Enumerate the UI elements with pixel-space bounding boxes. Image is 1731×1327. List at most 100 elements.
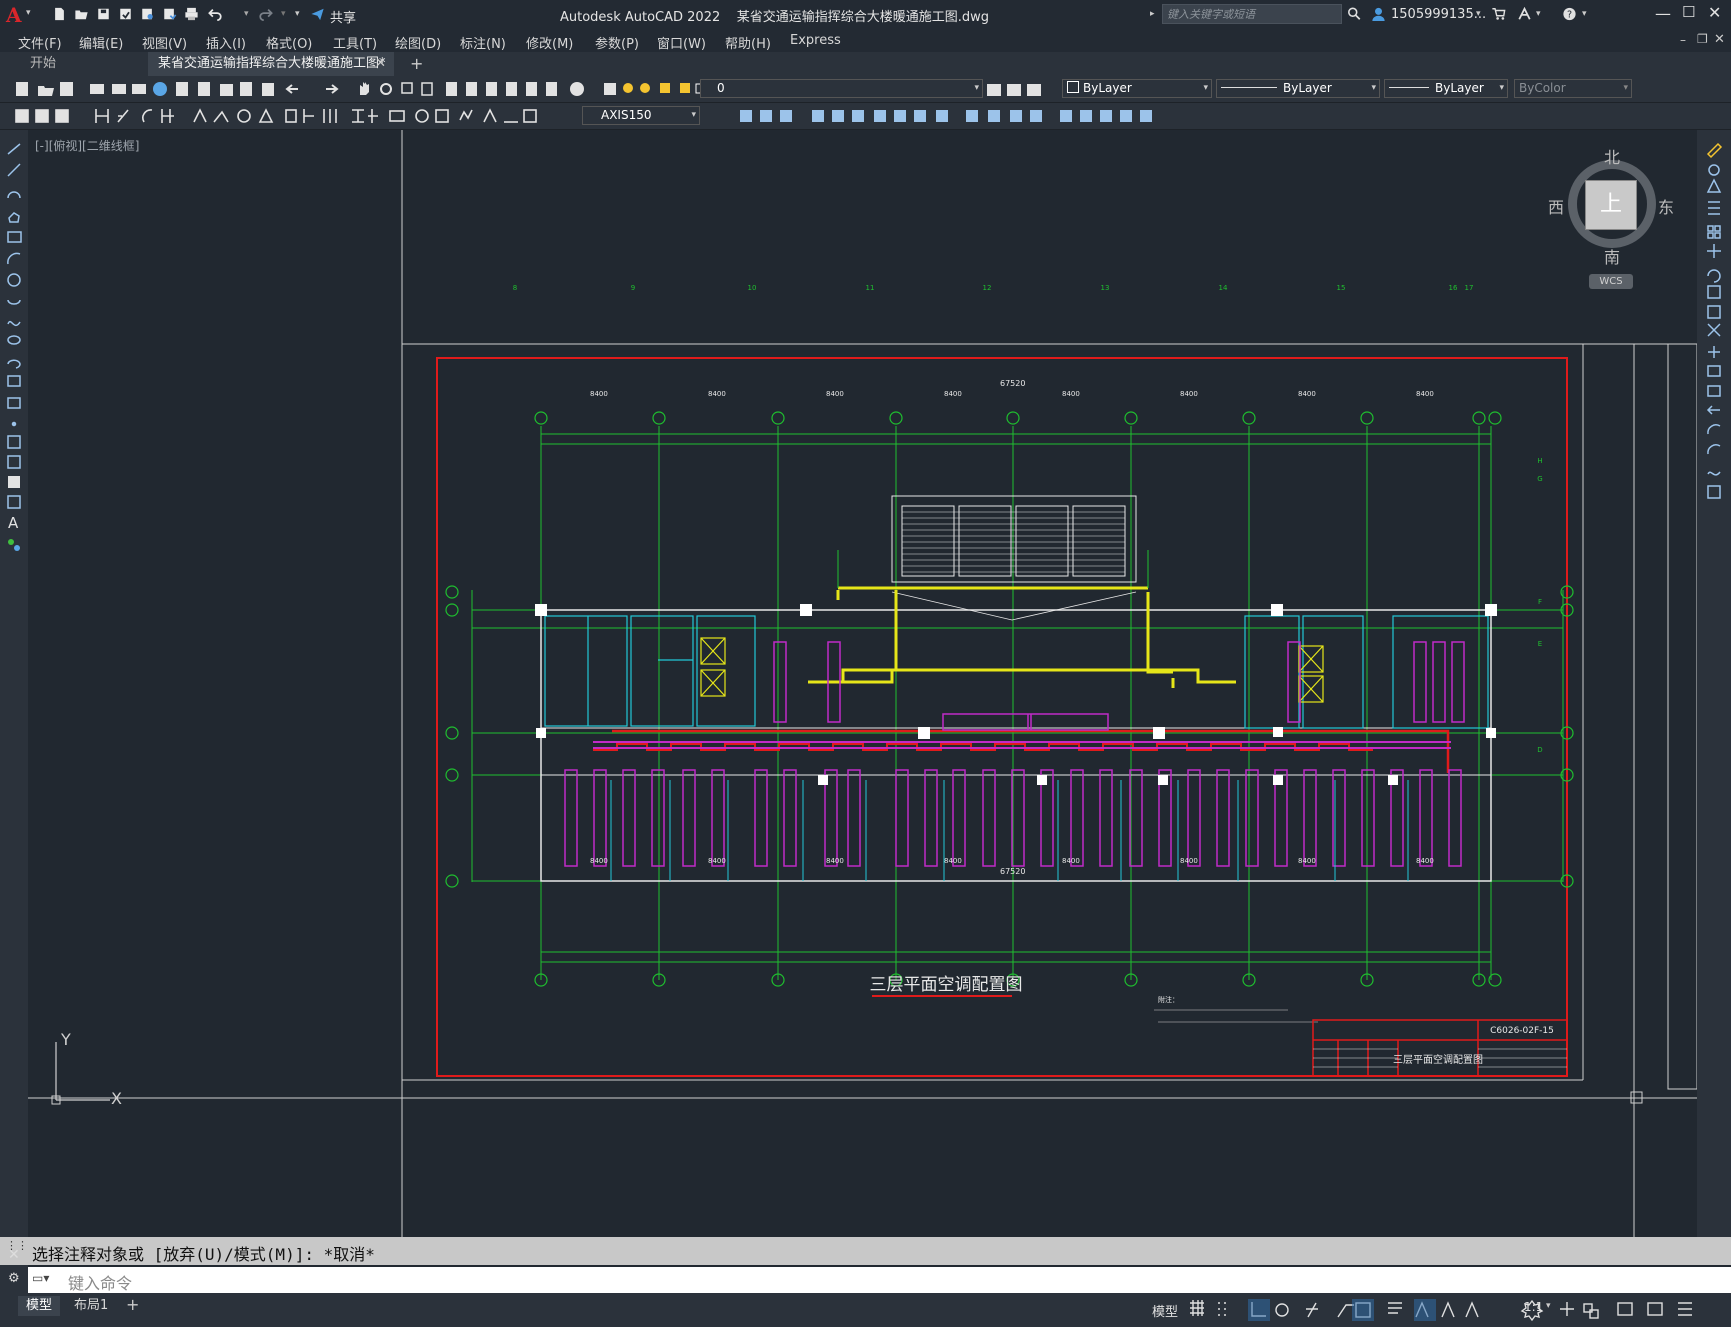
menu-insert[interactable]: 插入(I) — [206, 33, 246, 52]
redo-dropdown-icon[interactable]: ▾ — [281, 9, 286, 19]
axis-label: F — [1537, 598, 1543, 606]
modify-toolbar-right-icons[interactable] — [1705, 140, 1725, 560]
apps-dropdown-icon[interactable]: ▾ — [1536, 9, 1541, 19]
model-space-label[interactable]: 模型 — [1152, 1301, 1178, 1320]
save-web-icon[interactable] — [162, 7, 177, 21]
svg-text:?: ? — [1567, 10, 1572, 21]
chevron-right-icon[interactable]: ▸ — [1150, 9, 1155, 19]
status-bar: 模型 布局1 + 模型 1:1 ▾ — [0, 1293, 1731, 1327]
menu-window[interactable]: 窗口(W) — [657, 33, 706, 52]
bay-dim: 8400 — [708, 857, 726, 865]
viewcube-top-face[interactable]: 上 — [1585, 180, 1637, 230]
menu-modify[interactable]: 修改(M) — [526, 33, 573, 52]
dimstyle-combo[interactable]: AXIS150 ▾ — [582, 106, 700, 125]
menu-file[interactable]: 文件(F) — [18, 33, 62, 52]
cart-icon[interactable] — [1491, 7, 1506, 21]
save-as-icon[interactable] — [118, 7, 133, 21]
tab-layout1[interactable]: 布局1 — [66, 1296, 116, 1316]
tab-model[interactable]: 模型 — [18, 1296, 61, 1316]
menu-draw[interactable]: 绘图(D) — [395, 33, 441, 52]
bay-dim: 8400 — [826, 857, 844, 865]
wcs-menu[interactable]: WCS — [1589, 274, 1633, 289]
open-file-icon[interactable] — [74, 7, 89, 21]
menu-help[interactable]: 帮助(H) — [725, 33, 771, 52]
draw-toolbar-icons[interactable]: A — [5, 140, 25, 600]
menu-dimension[interactable]: 标注(N) — [460, 33, 506, 52]
command-input[interactable]: ▭▾ 键入命令 — [28, 1267, 1731, 1293]
command-customize-icon[interactable]: ⚙ — [8, 1271, 20, 1286]
command-recent-icon[interactable]: ▭▾ — [32, 1271, 49, 1285]
compass-west[interactable]: 西 — [1548, 194, 1564, 218]
doc-minimize-icon[interactable]: – — [1680, 33, 1686, 47]
total-dim-top: 67520 — [1000, 379, 1026, 388]
doc-close-icon[interactable]: ✕ — [1714, 32, 1725, 47]
command-close-icon[interactable]: ✕ — [8, 1247, 20, 1263]
bay-dim: 8400 — [590, 857, 608, 865]
status-toggles[interactable] — [1188, 1299, 1718, 1321]
minimize-icon[interactable]: — — [1655, 4, 1671, 23]
maximize-icon[interactable]: ☐ — [1682, 3, 1695, 21]
drawing-canvas[interactable]: 三层平面空调配置图 附注： C6026-02F-15 三层平面空调配置图 — [28, 130, 1697, 1237]
color-combo[interactable]: ByLayer ▾ — [1062, 79, 1212, 98]
tab-close-icon[interactable]: ✕ — [375, 52, 386, 76]
tab-start[interactable]: 开始 — [20, 52, 148, 76]
menu-parametric[interactable]: 参数(P) — [595, 33, 639, 52]
redo-icon[interactable] — [258, 7, 273, 21]
help-icon[interactable]: ? — [1562, 7, 1577, 21]
axis-label: 10 — [747, 284, 757, 292]
menu-view[interactable]: 视图(V) — [142, 33, 187, 52]
new-tab-icon[interactable]: + — [410, 54, 423, 73]
chevron-down-icon[interactable]: ▾ — [26, 8, 31, 18]
menu-format[interactable]: 格式(O) — [266, 33, 312, 52]
compass-east[interactable]: 东 — [1658, 194, 1674, 218]
autocad-logo-icon[interactable]: A — [6, 3, 22, 27]
viewcube[interactable]: 上 北 南 东 西 — [1548, 140, 1676, 268]
user-name[interactable]: 1505999135... — [1391, 7, 1486, 22]
menu-edit[interactable]: 编辑(E) — [79, 33, 123, 52]
share-label[interactable]: 共享 — [330, 7, 356, 26]
layer-tools-icons[interactable] — [985, 81, 1055, 99]
axis-label: 11 — [865, 284, 875, 292]
roof-equipment — [891, 495, 1137, 583]
bay-dim: 8400 — [944, 390, 962, 398]
bay-dim: 8400 — [1062, 390, 1080, 398]
annotation-scale[interactable]: 1:1 — [1524, 1300, 1543, 1314]
search-input[interactable]: 键入关键字或短语 — [1162, 4, 1342, 24]
new-file-icon[interactable] — [52, 7, 67, 21]
lineweight-combo[interactable]: ByLayer ▾ — [1384, 79, 1508, 98]
plotstyle-combo[interactable]: ByColor ▾ — [1514, 79, 1632, 98]
user-dropdown-icon[interactable]: ▾ — [1476, 9, 1481, 19]
compass-south[interactable]: 南 — [1604, 244, 1620, 268]
open-web-icon[interactable] — [140, 7, 155, 21]
help-dropdown-icon[interactable]: ▾ — [1582, 9, 1587, 19]
undo-icon[interactable] — [208, 7, 223, 21]
plot-icon[interactable] — [184, 7, 199, 21]
axis-label: H — [1537, 457, 1543, 465]
user-icon[interactable] — [1371, 7, 1386, 21]
modify-toolbar-icons[interactable] — [704, 106, 1224, 126]
drawing-frame — [436, 357, 1568, 1077]
menu-express[interactable]: Express — [790, 33, 841, 48]
compass-north[interactable]: 北 — [1604, 144, 1620, 168]
menu-tools[interactable]: 工具(T) — [333, 33, 377, 52]
add-layout-icon[interactable]: + — [126, 1295, 139, 1314]
customize-qat-icon[interactable]: ▾ — [295, 9, 300, 19]
autodesk-app-icon[interactable] — [1517, 6, 1532, 21]
bay-dim: 8400 — [1298, 390, 1316, 398]
tab-drawing[interactable]: 某省交通运输指挥综合大楼暖通施工图* ✕ — [148, 52, 394, 76]
linetype-combo[interactable]: ByLayer ▾ — [1216, 79, 1380, 98]
save-icon[interactable] — [96, 7, 111, 21]
document-tab-bar: 开始 某省交通运输指挥综合大楼暖通施工图* ✕ + — [0, 52, 1731, 76]
undo-dropdown-icon[interactable]: ▾ — [244, 9, 249, 19]
layer-combo[interactable]: 0 ▾ — [700, 79, 983, 98]
scale-dropdown-icon[interactable]: ▾ — [1546, 1301, 1551, 1311]
axis-grid — [472, 426, 1563, 980]
share-icon[interactable] — [310, 7, 325, 21]
dimension-toolbar-icons[interactable] — [4, 106, 579, 126]
doc-restore-icon[interactable]: ❐ — [1697, 32, 1708, 46]
drawing-viewport[interactable]: [-][俯视][二维线框] 三层平面空调配置图 附注： C6026-02F-15… — [28, 130, 1697, 1237]
close-icon[interactable]: ✕ — [1708, 3, 1721, 22]
search-icon[interactable] — [1347, 7, 1362, 21]
ucs-y-label: Y — [61, 1030, 71, 1049]
tab-drawing-label: 某省交通运输指挥综合大楼暖通施工图* — [158, 56, 386, 71]
